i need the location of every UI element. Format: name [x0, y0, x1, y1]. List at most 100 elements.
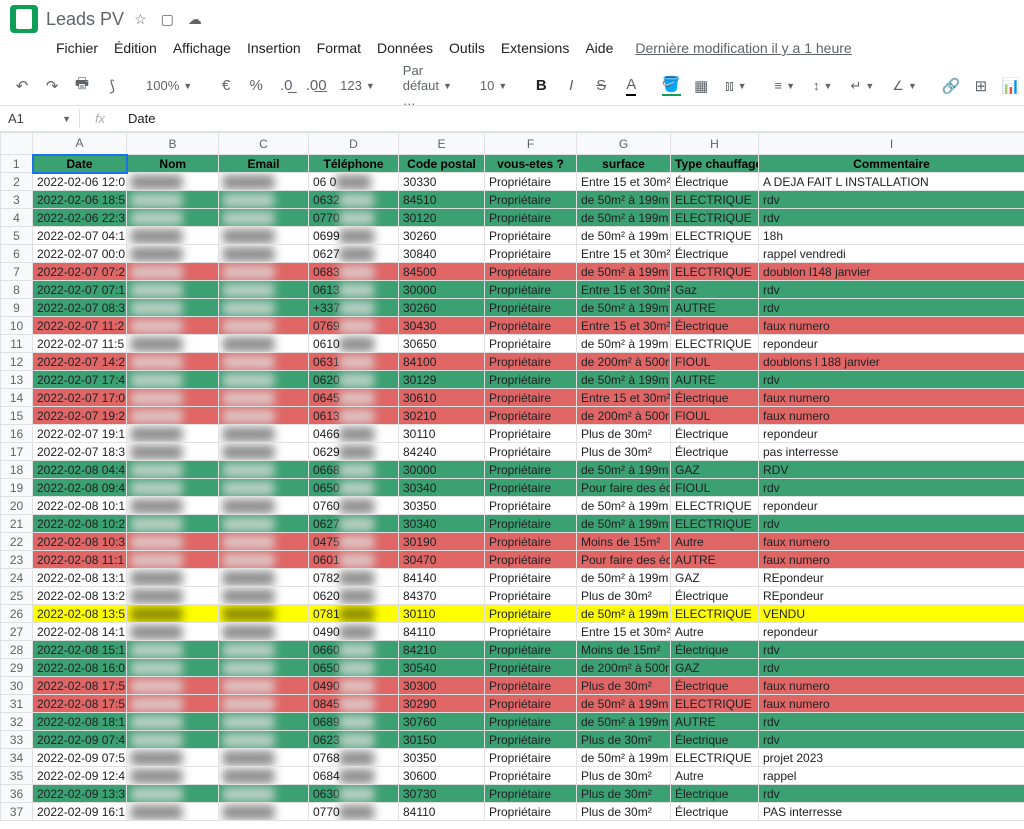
menu-affichage[interactable]: Affichage	[167, 36, 237, 60]
cell[interactable]: Gaz	[671, 281, 759, 299]
cell[interactable]: 0620████	[309, 371, 399, 389]
cell[interactable]: 0627████	[309, 245, 399, 263]
cell[interactable]: ██████	[127, 659, 219, 677]
select-all[interactable]	[1, 133, 33, 155]
cell[interactable]: 30650	[399, 335, 485, 353]
cell[interactable]: Propriétaire	[485, 551, 577, 569]
cell[interactable]: rdv	[759, 299, 1024, 317]
row-header[interactable]: 33	[1, 731, 33, 749]
cell[interactable]: 2022-02-08 15:1	[33, 641, 127, 659]
menu-fichier[interactable]: Fichier	[50, 36, 104, 60]
cell[interactable]: Propriétaire	[485, 749, 577, 767]
cell[interactable]: ██████	[127, 551, 219, 569]
cell[interactable]: 0631████	[309, 353, 399, 371]
cell[interactable]: ██████	[219, 677, 309, 695]
cell[interactable]: 84500	[399, 263, 485, 281]
cell[interactable]: de 50m² à 199m	[577, 749, 671, 767]
row-header[interactable]: 35	[1, 767, 33, 785]
cell[interactable]: 0490████	[309, 623, 399, 641]
cell[interactable]: Plus de 30m²	[577, 803, 671, 821]
cell[interactable]: Électrique	[671, 443, 759, 461]
cell[interactable]: Propriétaire	[485, 335, 577, 353]
cell[interactable]: ██████	[127, 299, 219, 317]
row-header[interactable]: 37	[1, 803, 33, 821]
cell[interactable]: de 50m² à 199m	[577, 299, 671, 317]
cell[interactable]: 2022-02-07 14:2	[33, 353, 127, 371]
cell[interactable]: 2022-02-08 10:1	[33, 497, 127, 515]
cell[interactable]: de 50m² à 199m	[577, 569, 671, 587]
cell[interactable]: 84140	[399, 569, 485, 587]
cell[interactable]: ELECTRIQUE	[671, 227, 759, 245]
cell[interactable]: faux numero	[759, 695, 1024, 713]
cell[interactable]: 30129	[399, 371, 485, 389]
cell[interactable]: ██████	[219, 299, 309, 317]
cell[interactable]: Propriétaire	[485, 497, 577, 515]
cell[interactable]: GAZ	[671, 461, 759, 479]
cell[interactable]: 30340	[399, 515, 485, 533]
cell[interactable]: 0610████	[309, 335, 399, 353]
cell[interactable]: de 50m² à 199m	[577, 497, 671, 515]
cell[interactable]: 0760████	[309, 497, 399, 515]
cell[interactable]: 30300	[399, 677, 485, 695]
cell[interactable]: ██████	[219, 515, 309, 533]
cell[interactable]: 30350	[399, 497, 485, 515]
row-header[interactable]: 29	[1, 659, 33, 677]
cell[interactable]: Entre 15 et 30m²	[577, 623, 671, 641]
cell[interactable]: faux numero	[759, 533, 1024, 551]
cell[interactable]: Autre	[671, 533, 759, 551]
cell[interactable]: de 50m² à 199m	[577, 209, 671, 227]
cell[interactable]: ██████	[219, 173, 309, 191]
cell[interactable]: ██████	[127, 461, 219, 479]
cell[interactable]: ██████	[127, 677, 219, 695]
cell[interactable]: Propriétaire	[485, 299, 577, 317]
cell[interactable]: ██████	[127, 371, 219, 389]
cell[interactable]: 2022-02-06 12:0	[33, 173, 127, 191]
cell[interactable]: Électrique	[671, 785, 759, 803]
row-header[interactable]: 31	[1, 695, 33, 713]
cell[interactable]: 2022-02-08 18:1	[33, 713, 127, 731]
cell[interactable]: projet 2023	[759, 749, 1024, 767]
row-header[interactable]: 30	[1, 677, 33, 695]
cell[interactable]: Propriétaire	[485, 587, 577, 605]
cell[interactable]: ELECTRIQUE	[671, 209, 759, 227]
cell[interactable]: rdv	[759, 371, 1024, 389]
cell[interactable]: 18h	[759, 227, 1024, 245]
cell[interactable]: ██████	[127, 623, 219, 641]
cell[interactable]: 30470	[399, 551, 485, 569]
format-select[interactable]: 123▼	[334, 78, 381, 93]
cell[interactable]: Propriétaire	[485, 785, 577, 803]
cell[interactable]: Propriétaire	[485, 803, 577, 821]
star-icon[interactable]: ☆	[134, 11, 147, 28]
cell[interactable]: ██████	[219, 803, 309, 821]
name-box[interactable]: A1▼	[0, 109, 80, 128]
cell[interactable]: 06 0████	[309, 173, 399, 191]
cell[interactable]: Propriétaire	[485, 605, 577, 623]
cell[interactable]: 0770████	[309, 803, 399, 821]
cell[interactable]: ██████	[127, 263, 219, 281]
cell[interactable]: rdv	[759, 659, 1024, 677]
row-header[interactable]: 12	[1, 353, 33, 371]
row-header[interactable]: 5	[1, 227, 33, 245]
cell[interactable]: ██████	[219, 389, 309, 407]
cell[interactable]: 0845████	[309, 695, 399, 713]
comment-button[interactable]: ⊞	[969, 74, 993, 98]
cell[interactable]: 84370	[399, 587, 485, 605]
cell[interactable]: 30260	[399, 227, 485, 245]
cell[interactable]: repondeur	[759, 623, 1024, 641]
cell[interactable]: 0629████	[309, 443, 399, 461]
cell[interactable]: Téléphone	[309, 155, 399, 173]
dec-decrease-button[interactable]: .0̲	[274, 74, 298, 98]
cell[interactable]: 2022-02-08 13:1	[33, 569, 127, 587]
cell[interactable]: rdv	[759, 785, 1024, 803]
cell[interactable]: faux numero	[759, 551, 1024, 569]
cell[interactable]: ██████	[219, 317, 309, 335]
cell[interactable]: Pour faire des éc	[577, 479, 671, 497]
cell[interactable]: 30730	[399, 785, 485, 803]
cell[interactable]: FIOUL	[671, 407, 759, 425]
col-header-E[interactable]: E	[399, 133, 485, 155]
cell[interactable]: 2022-02-09 07:5	[33, 749, 127, 767]
cell[interactable]: Propriétaire	[485, 677, 577, 695]
cell[interactable]: ██████	[219, 659, 309, 677]
textcolor-button[interactable]: A	[619, 74, 643, 98]
cell[interactable]: 30110	[399, 425, 485, 443]
